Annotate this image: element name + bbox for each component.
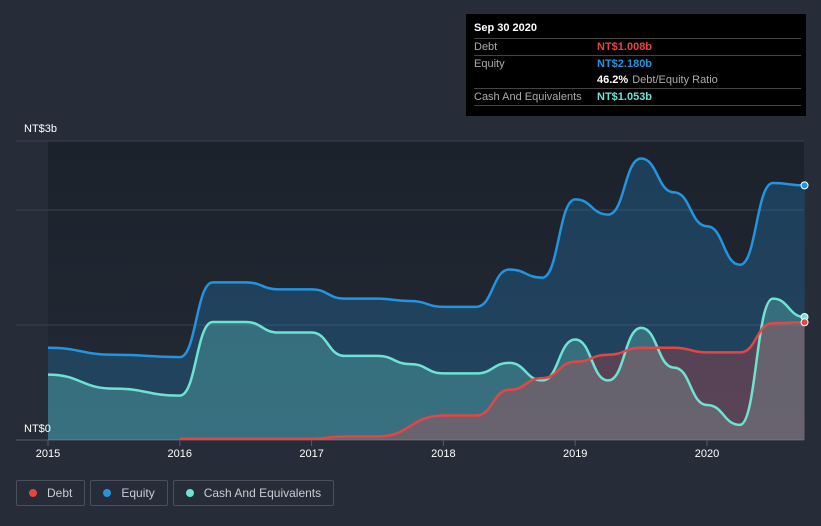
x-tick-label: 2017: [299, 448, 323, 460]
y-top-label: NT$3b: [24, 123, 57, 135]
tooltip-cash-row: Cash And Equivalents NT$1.053b: [474, 89, 801, 106]
legend-equity[interactable]: Equity: [90, 480, 168, 506]
cash-dot-icon: [185, 489, 194, 497]
x-tick-label: 2015: [36, 448, 60, 460]
debt-value: NT$1.008b: [597, 41, 653, 53]
x-tick-label: 2018: [431, 448, 455, 460]
ratio-value: 46.2%: [597, 74, 629, 86]
cash-value: NT$1.053b: [597, 91, 653, 103]
tooltip: Sep 30 2020 Debt NT$1.008b Equity NT$2.180…: [466, 14, 806, 116]
tooltip-date: Sep 30 2020: [474, 22, 801, 39]
debt-end-point: [800, 318, 809, 327]
legend-cash[interactable]: Cash And Equivalents: [172, 480, 335, 506]
equity-label: Equity: [474, 58, 505, 70]
x-tick-label: 2020: [695, 448, 719, 460]
legend-cash-label: Cash And Equivalents: [203, 486, 322, 500]
y-bottom-label: NT$0: [24, 423, 51, 435]
equity-dot-icon: [103, 489, 112, 497]
x-tick-label: 2019: [563, 448, 587, 460]
debt-label: Debt: [474, 41, 498, 53]
tooltip-debt-row: Debt NT$1.008b: [474, 39, 801, 56]
legend-debt[interactable]: Debt: [16, 480, 86, 506]
ratio-label: Debt/Equity Ratio: [632, 74, 718, 86]
debt-dot-icon: [29, 489, 37, 497]
legend-equity-label: Equity: [121, 486, 155, 500]
equity-end-point: [800, 181, 809, 190]
tooltip-ratio-row: 46.2% Debt/Equity Ratio: [474, 72, 801, 89]
legend-debt-label: Debt: [47, 486, 73, 500]
legend: Debt Equity Cash And Equivalents: [16, 480, 335, 506]
tooltip-equity-row: Equity NT$2.180b: [474, 56, 801, 72]
cash-label: Cash And Equivalents: [474, 91, 582, 103]
x-tick-label: 2016: [168, 448, 192, 460]
equity-value: NT$2.180b: [597, 58, 653, 70]
